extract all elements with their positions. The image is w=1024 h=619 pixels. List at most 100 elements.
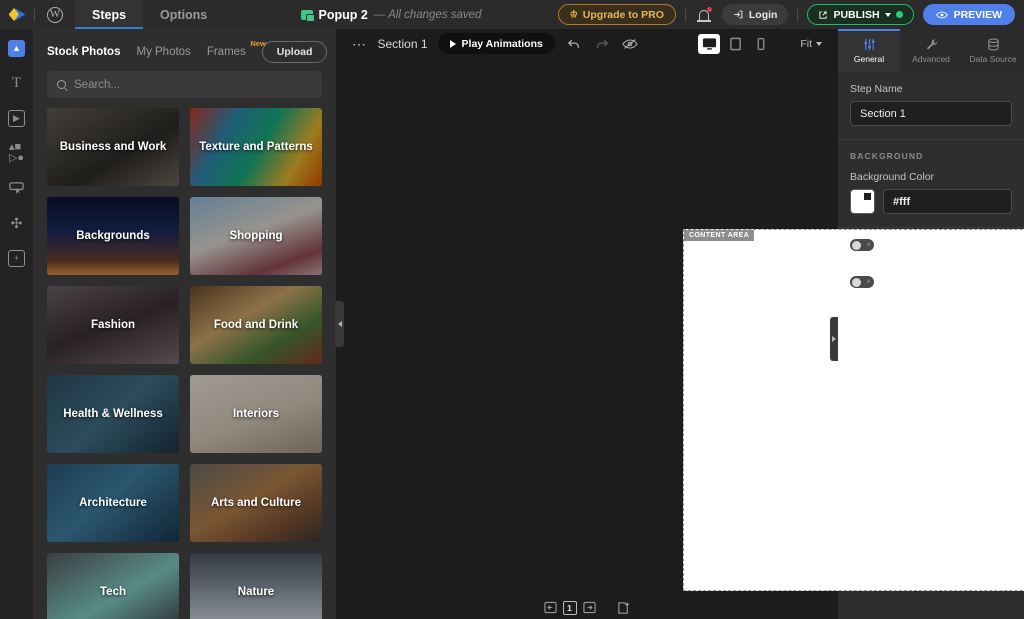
stock-category-card[interactable]: Interiors — [190, 375, 322, 453]
publish-status-dot — [895, 11, 903, 18]
crown-icon: ♔ — [569, 9, 578, 19]
document-info: Popup 2 — All changes saved — [224, 0, 557, 29]
rail-item-button-tool[interactable] — [6, 177, 28, 199]
category-label: Health & Wellness — [63, 408, 163, 420]
undo-button[interactable] — [565, 35, 583, 53]
external-link-icon — [819, 10, 828, 19]
tab-options[interactable]: Options — [143, 0, 224, 29]
background-color-input[interactable]: #fff — [883, 189, 1012, 214]
wordpress-button[interactable]: W — [35, 0, 75, 29]
stock-category-card[interactable]: Shopping — [190, 197, 322, 275]
search-container — [33, 71, 336, 108]
brand-logo[interactable] — [0, 0, 34, 29]
link-step-toggle[interactable]: × — [850, 239, 874, 251]
step-name-input[interactable]: Section 1 — [850, 101, 1012, 126]
panel-tab-stock-photos[interactable]: Stock Photos — [47, 46, 120, 58]
upload-button[interactable]: Upload — [261, 41, 328, 63]
add-step-button[interactable] — [617, 600, 632, 615]
undo-icon — [567, 39, 579, 48]
panel-tab-my-photos[interactable]: My Photos — [136, 46, 190, 58]
stock-category-card[interactable]: Food and Drink — [190, 286, 322, 364]
rail-item-position-tool[interactable]: ✣ — [6, 212, 28, 234]
tablet-icon — [729, 37, 741, 50]
canvas-area[interactable]: CONTENT AREA 1 — [336, 58, 1024, 619]
stock-category-card[interactable]: Tech — [47, 553, 179, 619]
inspector-tab-label: Advanced — [912, 53, 950, 64]
document-title: Popup 2 — [318, 7, 368, 22]
step-name-label: Step Name — [850, 83, 903, 95]
preview-label: PREVIEW — [953, 8, 1002, 21]
brand-logo-icon — [8, 8, 26, 21]
stock-category-card[interactable]: Backgrounds — [47, 197, 179, 275]
more-options-icon[interactable]: ⋯ — [352, 37, 368, 51]
category-label: Arts and Culture — [210, 497, 302, 509]
category-label: Shopping — [229, 230, 283, 242]
inspector-collapse-handle[interactable] — [830, 316, 838, 361]
desktop-icon — [702, 37, 716, 50]
hide-overlay-button[interactable] — [621, 35, 639, 53]
redo-icon — [596, 39, 608, 48]
rail-item-video-tool[interactable]: ▶ — [6, 107, 28, 129]
rail-item-add-element[interactable]: + — [6, 247, 28, 269]
search-box[interactable] — [47, 71, 322, 98]
eye-off-icon — [622, 38, 638, 49]
tab-steps[interactable]: Steps — [75, 0, 144, 29]
stock-category-card[interactable]: Texture and Patterns — [190, 108, 322, 186]
inspector-tab-general[interactable]: General — [838, 29, 900, 72]
device-tablet-button[interactable] — [724, 34, 746, 54]
stock-photos-panel: Stock Photos My Photos Frames New Upload — [33, 29, 344, 619]
canvas-column: ⋯ Section 1 Play Animations Fit CONTENT … — [336, 29, 1024, 619]
zoom-level-dropdown[interactable]: Fit — [800, 38, 822, 50]
play-icon — [449, 39, 456, 48]
stock-category-card[interactable]: Fashion — [47, 286, 179, 364]
step-navigation-bar: 1 — [336, 600, 838, 615]
play-animations-button[interactable]: Play Animations — [437, 33, 555, 54]
search-icon — [57, 80, 66, 89]
category-grid-scroll[interactable]: Business and Work Texture and Patterns Bac… — [33, 108, 336, 619]
preview-button[interactable]: PREVIEW — [922, 4, 1015, 25]
upgrade-to-pro-button[interactable]: ♔ Upgrade to PRO — [557, 4, 676, 25]
stock-category-card[interactable]: Arts and Culture — [190, 464, 322, 542]
plus-icon: + — [8, 249, 25, 267]
divider — [797, 7, 799, 22]
stock-category-card[interactable]: Business and Work — [47, 108, 179, 186]
stop-slideshow-toggle[interactable]: × — [850, 276, 874, 288]
publish-button[interactable]: PUBLISH — [807, 4, 914, 25]
login-button[interactable]: Login — [721, 4, 789, 25]
inspector-tab-data-source[interactable]: Data Source — [962, 29, 1024, 72]
shapes-icon: ▴■ ▷● — [8, 141, 25, 164]
stock-category-card[interactable]: Architecture — [47, 464, 179, 542]
panel-tab-frames[interactable]: Frames New — [206, 39, 266, 58]
panel-tab-label: Frames — [206, 46, 246, 58]
eye-icon — [935, 11, 948, 18]
category-grid: Business and Work Texture and Patterns Bac… — [47, 108, 322, 619]
chevron-down-icon — [816, 41, 822, 46]
redo-button[interactable] — [593, 35, 611, 53]
step-next-button[interactable] — [582, 600, 597, 615]
position-icon: ✣ — [10, 215, 23, 231]
step-prev-button[interactable] — [543, 600, 558, 615]
device-desktop-button[interactable] — [698, 33, 721, 54]
device-mobile-button[interactable] — [750, 34, 772, 54]
search-input[interactable] — [74, 78, 312, 91]
rail-item-shapes-tool[interactable]: ▴■ ▷● — [6, 142, 28, 164]
inspector-tab-advanced[interactable]: Advanced — [900, 29, 962, 72]
stock-category-card[interactable]: Health & Wellness — [47, 375, 179, 453]
stock-category-card[interactable]: Nature — [190, 553, 322, 619]
panel-collapse-handle[interactable] — [335, 301, 344, 347]
step-name-section: Step Name Section 1 — [838, 72, 1024, 140]
wrench-icon — [925, 38, 938, 51]
notifications-button[interactable] — [695, 6, 713, 24]
color-swatch[interactable] — [850, 189, 875, 214]
tool-rail: ▲ T ▶ ▴■ ▷● ✣ + — [0, 29, 33, 619]
top-bar: W Steps Options Popup 2 — All changes sa… — [0, 0, 1024, 29]
rail-item-text-tool[interactable]: T — [6, 72, 28, 94]
current-step-indicator[interactable]: 1 — [562, 600, 577, 615]
category-label: Tech — [100, 586, 126, 598]
rail-item-image-tool[interactable]: ▲ — [6, 37, 28, 59]
inspector-tab-label: General — [853, 53, 885, 64]
category-label: Food and Drink — [213, 319, 299, 331]
background-color-value: #fff — [893, 195, 911, 208]
chevron-down-icon — [884, 12, 891, 17]
canvas-toolbar: ⋯ Section 1 Play Animations Fit — [336, 29, 838, 58]
